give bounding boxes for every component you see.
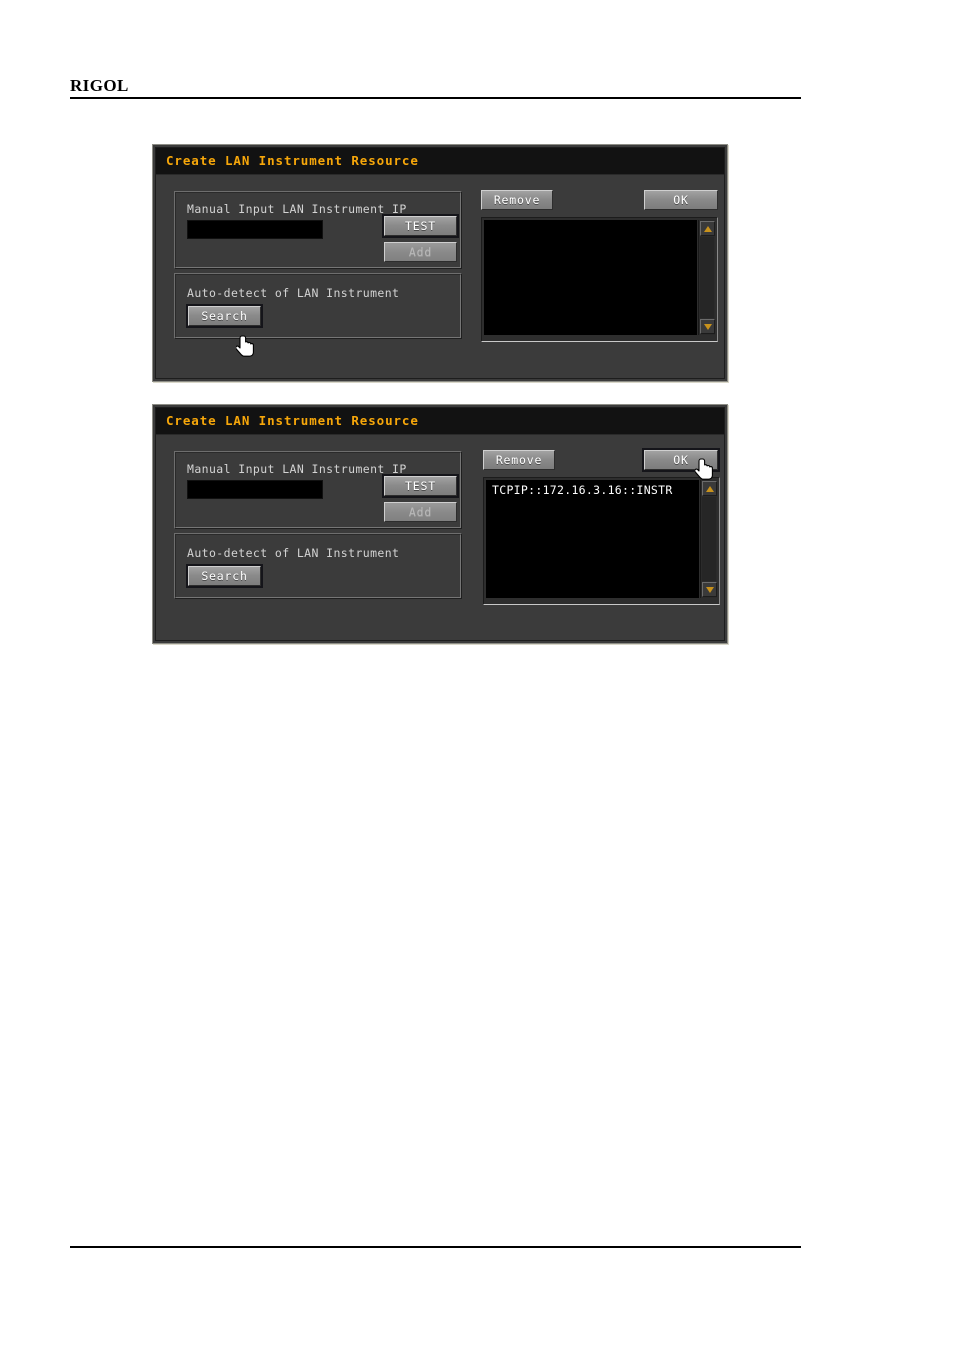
dialog-titlebar-1: Create LAN Instrument Resource xyxy=(156,148,724,175)
page-header: RIGOL xyxy=(70,76,800,96)
triangle-down-icon xyxy=(703,323,712,330)
test-button-1[interactable]: TEST xyxy=(382,214,459,238)
dialog-body-1: Manual Input LAN Instrument IP TEST Add … xyxy=(156,175,724,378)
dialog-body-2: Manual Input LAN Instrument IP TEST Add … xyxy=(156,435,724,640)
scrollbar-track-2[interactable] xyxy=(702,497,716,581)
list-item[interactable]: TCPIP::172.16.3.16::INSTR xyxy=(486,480,699,497)
manual-ip-input-1[interactable] xyxy=(187,220,323,239)
search-button-2[interactable]: Search xyxy=(186,564,263,588)
instrument-list-2[interactable]: TCPIP::172.16.3.16::INSTR xyxy=(486,480,699,598)
remove-button-1[interactable]: Remove xyxy=(481,190,553,210)
header-divider xyxy=(70,97,801,99)
ok-button-1[interactable]: OK xyxy=(644,190,718,210)
instrument-list-scrollbar-1[interactable] xyxy=(698,220,715,335)
dialog-title-1: Create LAN Instrument Resource xyxy=(166,153,419,168)
instrument-list-1[interactable] xyxy=(484,220,697,335)
auto-detect-group-2: Auto-detect of LAN Instrument Search xyxy=(174,533,462,599)
manual-input-label-2: Manual Input LAN Instrument IP xyxy=(187,462,407,476)
scroll-up-button-1[interactable] xyxy=(700,221,715,236)
manual-input-group-2: Manual Input LAN Instrument IP TEST Add xyxy=(174,451,462,529)
manual-input-label-1: Manual Input LAN Instrument IP xyxy=(187,202,407,216)
dialog-title-2: Create LAN Instrument Resource xyxy=(166,413,419,428)
manual-input-group-1: Manual Input LAN Instrument IP TEST Add xyxy=(174,191,462,269)
triangle-up-icon xyxy=(703,225,712,232)
instrument-list-frame-2: TCPIP::172.16.3.16::INSTR xyxy=(483,477,720,605)
footer-divider xyxy=(70,1246,801,1248)
scroll-up-button-2[interactable] xyxy=(702,481,717,496)
triangle-down-icon xyxy=(705,586,714,593)
dialog-titlebar-2: Create LAN Instrument Resource xyxy=(156,408,724,435)
manual-ip-input-2[interactable] xyxy=(187,480,323,499)
scroll-down-button-2[interactable] xyxy=(702,582,717,597)
dialog-frame-2: Create LAN Instrument Resource Manual In… xyxy=(155,407,725,641)
instrument-list-frame-1 xyxy=(481,217,718,342)
add-button-2[interactable]: Add xyxy=(384,502,457,522)
instrument-list-scrollbar-2[interactable] xyxy=(700,480,717,598)
create-lan-instrument-resource-dialog-1: Create LAN Instrument Resource Manual In… xyxy=(152,144,728,382)
auto-detect-label-2: Auto-detect of LAN Instrument xyxy=(187,546,400,560)
scroll-down-button-1[interactable] xyxy=(700,319,715,334)
test-button-2[interactable]: TEST xyxy=(382,474,459,498)
dialog-frame-1: Create LAN Instrument Resource Manual In… xyxy=(155,147,725,379)
scrollbar-track-1[interactable] xyxy=(700,237,714,318)
triangle-up-icon xyxy=(705,485,714,492)
add-button-1[interactable]: Add xyxy=(384,242,457,262)
create-lan-instrument-resource-dialog-2: Create LAN Instrument Resource Manual In… xyxy=(152,404,728,644)
auto-detect-label-1: Auto-detect of LAN Instrument xyxy=(187,286,400,300)
ok-button-2[interactable]: OK xyxy=(642,448,720,472)
search-button-1[interactable]: Search xyxy=(186,304,263,328)
auto-detect-group-1: Auto-detect of LAN Instrument Search xyxy=(174,273,462,339)
remove-button-2[interactable]: Remove xyxy=(483,450,555,470)
brand-logo: RIGOL xyxy=(70,76,129,95)
